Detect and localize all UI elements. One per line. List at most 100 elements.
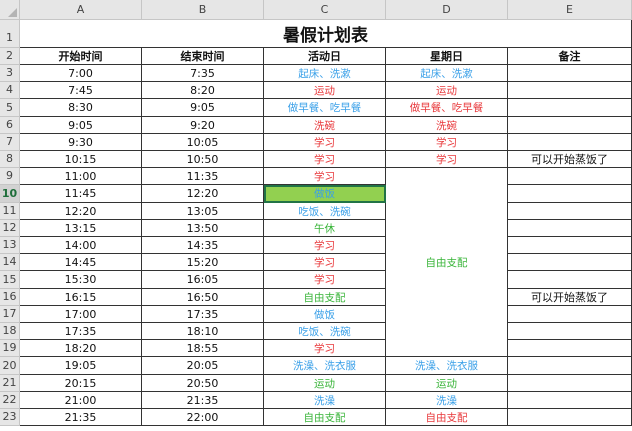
sunday-cell[interactable]: 洗碗 bbox=[386, 117, 508, 134]
row-header-21[interactable]: 21 bbox=[0, 375, 20, 392]
row-header-2[interactable]: 2 bbox=[0, 48, 20, 65]
end-time-cell[interactable]: 10:05 bbox=[142, 134, 264, 151]
activity-cell[interactable]: 运动 bbox=[264, 82, 386, 99]
notes-cell[interactable] bbox=[508, 168, 632, 185]
end-time-cell[interactable]: 18:10 bbox=[142, 323, 264, 340]
activity-cell[interactable]: 洗澡、洗衣服 bbox=[264, 357, 386, 375]
activity-cell[interactable]: 洗碗 bbox=[264, 117, 386, 134]
end-time-cell[interactable]: 16:05 bbox=[142, 271, 264, 289]
activity-cell[interactable]: 学习 bbox=[264, 134, 386, 151]
sunday-cell[interactable]: 洗澡、洗衣服 bbox=[386, 357, 508, 375]
notes-cell[interactable] bbox=[508, 357, 632, 375]
end-time-cell[interactable]: 18:55 bbox=[142, 340, 264, 357]
sunday-cell[interactable]: 起床、洗漱 bbox=[386, 65, 508, 82]
activity-cell[interactable]: 吃饭、洗碗 bbox=[264, 203, 386, 220]
header-activity-day[interactable]: 活动日 bbox=[264, 48, 386, 65]
notes-cell[interactable] bbox=[508, 375, 632, 392]
activity-cell[interactable]: 自由支配 bbox=[264, 289, 386, 306]
start-time-cell[interactable]: 11:00 bbox=[20, 168, 142, 185]
row-header-16[interactable]: 16 bbox=[0, 289, 20, 306]
activity-cell[interactable]: 运动 bbox=[264, 375, 386, 392]
end-time-cell[interactable]: 22:00 bbox=[142, 409, 264, 426]
sheet-title[interactable]: 暑假计划表 bbox=[20, 20, 632, 48]
column-header-b[interactable]: B bbox=[142, 0, 264, 20]
activity-cell[interactable]: 学习 bbox=[264, 151, 386, 168]
end-time-cell[interactable]: 10:50 bbox=[142, 151, 264, 168]
end-time-cell[interactable]: 12:20 bbox=[142, 185, 264, 203]
row-header-7[interactable]: 7 bbox=[0, 134, 20, 151]
end-time-cell[interactable]: 7:35 bbox=[142, 65, 264, 82]
activity-cell[interactable]: 自由支配 bbox=[264, 409, 386, 426]
column-header-a[interactable]: A bbox=[20, 0, 142, 20]
notes-cell[interactable] bbox=[508, 185, 632, 203]
start-time-cell[interactable]: 20:15 bbox=[20, 375, 142, 392]
notes-cell[interactable] bbox=[508, 340, 632, 357]
row-header-20[interactable]: 20 bbox=[0, 357, 20, 375]
start-time-cell[interactable]: 21:00 bbox=[20, 392, 142, 409]
end-time-cell[interactable]: 9:05 bbox=[142, 99, 264, 117]
start-time-cell[interactable]: 7:45 bbox=[20, 82, 142, 99]
row-header-14[interactable]: 14 bbox=[0, 254, 20, 271]
notes-cell[interactable] bbox=[508, 392, 632, 409]
row-header-12[interactable]: 12 bbox=[0, 220, 20, 237]
notes-cell[interactable] bbox=[508, 306, 632, 323]
header-start-time[interactable]: 开始时间 bbox=[20, 48, 142, 65]
header-sunday[interactable]: 星期日 bbox=[386, 48, 508, 65]
end-time-cell[interactable]: 16:50 bbox=[142, 289, 264, 306]
sunday-cell[interactable]: 学习 bbox=[386, 134, 508, 151]
row-header-6[interactable]: 6 bbox=[0, 117, 20, 134]
activity-cell[interactable]: 做早餐、吃早餐 bbox=[264, 99, 386, 117]
start-time-cell[interactable]: 13:15 bbox=[20, 220, 142, 237]
activity-cell-selected[interactable]: 做饭 bbox=[264, 185, 386, 203]
notes-cell[interactable]: 可以开始蒸饭了 bbox=[508, 151, 632, 168]
row-header-17[interactable]: 17 bbox=[0, 306, 20, 323]
row-header-5[interactable]: 5 bbox=[0, 99, 20, 117]
row-header-19[interactable]: 19 bbox=[0, 340, 20, 357]
row-header-11[interactable]: 11 bbox=[0, 203, 20, 220]
start-time-cell[interactable]: 17:35 bbox=[20, 323, 142, 340]
notes-cell[interactable] bbox=[508, 99, 632, 117]
row-header-1[interactable]: 1 bbox=[0, 20, 20, 48]
row-header-9[interactable]: 9 bbox=[0, 168, 20, 185]
start-time-cell[interactable]: 19:05 bbox=[20, 357, 142, 375]
header-end-time[interactable]: 结束时间 bbox=[142, 48, 264, 65]
activity-cell[interactable]: 学习 bbox=[264, 340, 386, 357]
start-time-cell[interactable]: 10:15 bbox=[20, 151, 142, 168]
notes-cell[interactable] bbox=[508, 237, 632, 254]
column-header-c[interactable]: C bbox=[264, 0, 386, 20]
notes-cell[interactable] bbox=[508, 409, 632, 426]
end-time-cell[interactable]: 13:05 bbox=[142, 203, 264, 220]
column-header-e[interactable]: E bbox=[508, 0, 632, 20]
end-time-cell[interactable]: 9:20 bbox=[142, 117, 264, 134]
start-time-cell[interactable]: 15:30 bbox=[20, 271, 142, 289]
end-time-cell[interactable]: 13:50 bbox=[142, 220, 264, 237]
row-header-18[interactable]: 18 bbox=[0, 323, 20, 340]
select-all-corner[interactable] bbox=[0, 0, 20, 20]
notes-cell[interactable] bbox=[508, 271, 632, 289]
activity-cell[interactable]: 学习 bbox=[264, 271, 386, 289]
row-header-22[interactable]: 22 bbox=[0, 392, 20, 409]
notes-cell[interactable] bbox=[508, 323, 632, 340]
activity-cell[interactable]: 学习 bbox=[264, 254, 386, 271]
row-header-4[interactable]: 4 bbox=[0, 82, 20, 99]
sunday-merged-cell[interactable]: 自由支配 bbox=[386, 168, 508, 357]
start-time-cell[interactable]: 8:30 bbox=[20, 99, 142, 117]
notes-cell[interactable] bbox=[508, 82, 632, 99]
end-time-cell[interactable]: 15:20 bbox=[142, 254, 264, 271]
activity-cell[interactable]: 吃饭、洗碗 bbox=[264, 323, 386, 340]
row-header-8[interactable]: 8 bbox=[0, 151, 20, 168]
activity-cell[interactable]: 洗澡 bbox=[264, 392, 386, 409]
sunday-cell[interactable]: 自由支配 bbox=[386, 409, 508, 426]
notes-cell[interactable] bbox=[508, 65, 632, 82]
spreadsheet[interactable]: A B C D E 1 2 暑假计划表 开始时间 结束时间 活动日 星期日 备注… bbox=[0, 0, 632, 431]
start-time-cell[interactable]: 16:15 bbox=[20, 289, 142, 306]
activity-cell[interactable]: 起床、洗漱 bbox=[264, 65, 386, 82]
row-header-13[interactable]: 13 bbox=[0, 237, 20, 254]
start-time-cell[interactable]: 12:20 bbox=[20, 203, 142, 220]
notes-cell[interactable] bbox=[508, 134, 632, 151]
activity-cell[interactable]: 学习 bbox=[264, 168, 386, 185]
activity-cell[interactable]: 学习 bbox=[264, 237, 386, 254]
start-time-cell[interactable]: 9:30 bbox=[20, 134, 142, 151]
row-header-10[interactable]: 10 bbox=[0, 185, 20, 203]
activity-cell[interactable]: 午休 bbox=[264, 220, 386, 237]
